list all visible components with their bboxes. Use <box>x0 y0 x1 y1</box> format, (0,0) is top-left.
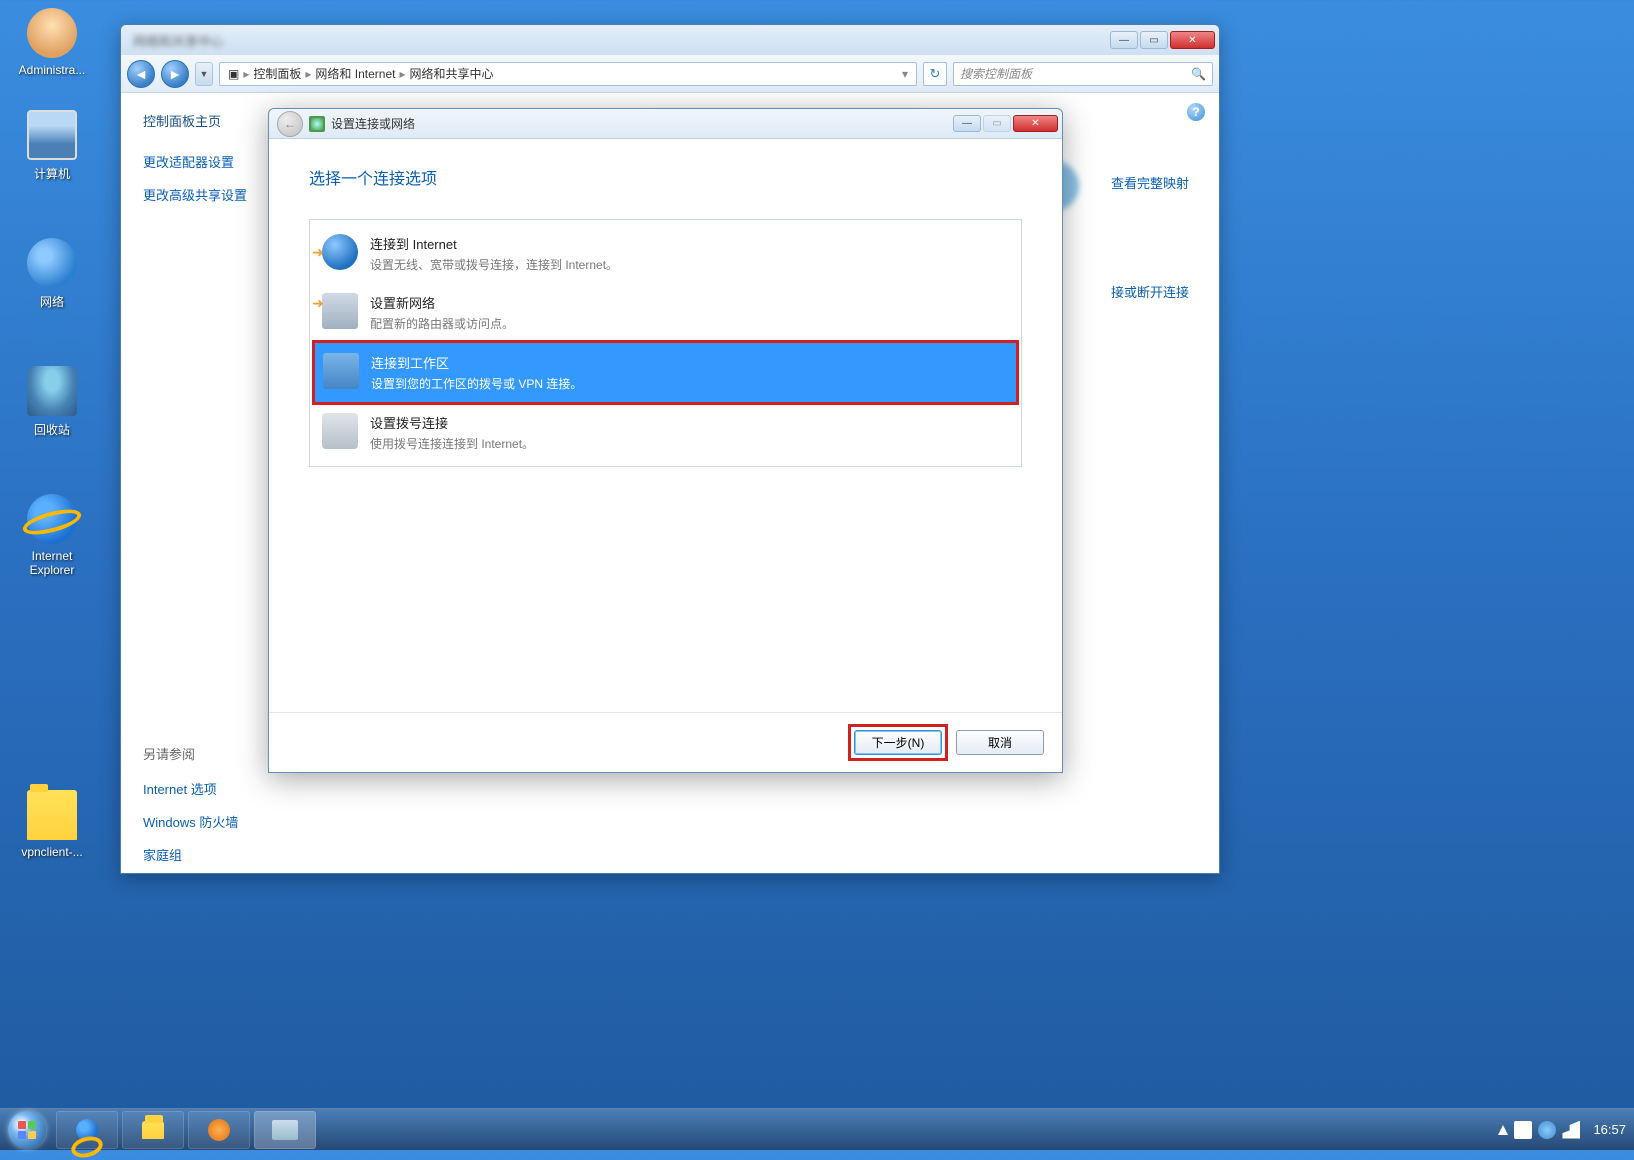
option-desc: 配置新的路由器或访问点。 <box>370 315 514 332</box>
breadcrumb[interactable]: ▣ ▸ 控制面板 ▸ 网络和 Internet ▸ 网络和共享中心 ▾ <box>219 62 917 86</box>
buildings-icon <box>323 353 359 389</box>
volume-icon[interactable] <box>1562 1121 1580 1139</box>
wizard-footer: 下一步(N) 取消 <box>269 712 1062 772</box>
breadcrumb-item[interactable]: 网络和共享中心 <box>405 65 497 82</box>
wizard-body: 选择一个连接选项 连接到 Internet 设置无线、宽带或拨号连接，连接到 I… <box>269 139 1062 712</box>
nav-back-button[interactable]: ◄ <box>127 60 155 88</box>
taskbar-item-ie[interactable] <box>56 1111 118 1149</box>
minimize-button[interactable]: — <box>1110 31 1138 49</box>
cancel-button-label: 取消 <box>988 734 1012 751</box>
help-button[interactable]: ? <box>1187 103 1205 121</box>
desktop-icon-label: 回收站 <box>12 421 92 438</box>
user-icon <box>27 8 77 58</box>
taskbar-item-control-panel[interactable] <box>254 1111 316 1149</box>
recycle-bin-icon <box>27 366 77 416</box>
cp-title: 网络和共享中心 <box>133 31 224 50</box>
option-connect-workplace[interactable]: 连接到工作区 设置到您的工作区的拨号或 VPN 连接。 <box>312 340 1019 405</box>
breadcrumb-item[interactable]: 控制面板 <box>249 65 305 82</box>
globe-icon <box>322 234 358 270</box>
search-input[interactable]: 搜索控制面板 🔍 <box>953 62 1213 86</box>
wizard-option-list: 连接到 Internet 设置无线、宽带或拨号连接，连接到 Internet。 … <box>309 219 1022 467</box>
folder-icon <box>142 1121 164 1139</box>
desktop-icon-network[interactable]: 网络 <box>12 238 92 310</box>
wizard-minimize-button[interactable]: — <box>953 115 981 132</box>
wizard-title-icon <box>309 116 325 132</box>
search-placeholder: 搜索控制面板 <box>960 65 1032 82</box>
desktop-icon-ie[interactable]: Internet Explorer <box>12 494 92 577</box>
cancel-button[interactable]: 取消 <box>956 730 1044 755</box>
option-dialup[interactable]: 设置拨号连接 使用拨号连接连接到 Internet。 <box>314 403 1017 462</box>
sidebar-see-also-firewall[interactable]: Windows 防火墙 <box>143 812 329 831</box>
next-button-label: 下一步(N) <box>872 734 925 751</box>
computer-icon <box>27 110 77 160</box>
system-tray: 16:57 <box>1495 1121 1634 1139</box>
folder-icon <box>27 790 77 840</box>
next-button-highlight: 下一步(N) <box>848 724 948 761</box>
desktop-icon-recycle-bin[interactable]: 回收站 <box>12 366 92 438</box>
taskbar: 16:57 <box>0 1108 1634 1150</box>
taskbar-item-wmp[interactable] <box>188 1111 250 1149</box>
refresh-button[interactable]: ↻ <box>923 62 947 86</box>
wizard-titlebar[interactable]: ← 设置连接或网络 — ▭ ✕ <box>269 109 1062 139</box>
breadcrumb-item[interactable]: 网络和 Internet <box>311 65 399 82</box>
option-desc: 使用拨号连接连接到 Internet。 <box>370 435 534 452</box>
wizard-maximize-button: ▭ <box>983 115 1011 132</box>
desktop-icon-label: 计算机 <box>12 165 92 182</box>
desktop-icon-vpnclient-folder[interactable]: vpnclient-... <box>12 790 92 859</box>
close-button[interactable]: ✕ <box>1170 31 1215 49</box>
desktop-icon-label: Internet Explorer <box>12 549 92 577</box>
nav-forward-button[interactable]: ► <box>161 60 189 88</box>
ie-icon <box>27 494 77 544</box>
option-title: 设置拨号连接 <box>370 413 534 432</box>
sidebar-see-also-internet-options[interactable]: Internet 选项 <box>143 779 329 798</box>
next-button[interactable]: 下一步(N) <box>854 730 942 755</box>
phone-icon <box>322 413 358 449</box>
windows-logo-icon <box>8 1111 46 1149</box>
taskbar-item-explorer[interactable] <box>122 1111 184 1149</box>
media-player-icon <box>208 1119 230 1141</box>
option-title: 连接到工作区 <box>371 353 582 372</box>
option-desc: 设置到您的工作区的拨号或 VPN 连接。 <box>371 375 582 392</box>
desktop-icon-label: vpnclient-... <box>12 845 92 859</box>
taskbar-clock[interactable]: 16:57 <box>1593 1122 1626 1137</box>
setup-connection-wizard: ← 设置连接或网络 — ▭ ✕ 选择一个连接选项 连接到 Internet 设置… <box>268 108 1063 773</box>
wizard-heading: 选择一个连接选项 <box>309 165 1022 189</box>
desktop-icon-administrator[interactable]: Administra... <box>12 8 92 77</box>
control-panel-icon <box>272 1120 298 1140</box>
cp-link-connect[interactable]: 接或断开连接 <box>1111 282 1189 301</box>
desktop-icon-label: 网络 <box>12 293 92 310</box>
action-center-icon[interactable] <box>1514 1121 1532 1139</box>
option-title: 设置新网络 <box>370 293 514 312</box>
globe-icon <box>27 238 77 288</box>
wizard-back-button[interactable]: ← <box>277 111 303 137</box>
desktop-icon-computer[interactable]: 计算机 <box>12 110 92 182</box>
nav-history-button[interactable]: ▼ <box>195 62 213 86</box>
start-button[interactable] <box>0 1109 54 1151</box>
breadcrumb-dropdown[interactable]: ▾ <box>898 67 912 81</box>
wizard-close-button[interactable]: ✕ <box>1013 115 1058 132</box>
option-setup-network[interactable]: 设置新网络 配置新的路由器或访问点。 <box>314 283 1017 342</box>
desktop-icon-label: Administra... <box>12 63 92 77</box>
maximize-button[interactable]: ▭ <box>1140 31 1168 49</box>
cp-right-links: 查看完整映射 接或断开连接 <box>1111 173 1189 391</box>
cp-titlebar[interactable]: 网络和共享中心 — ▭ ✕ <box>121 25 1219 55</box>
network-tray-icon[interactable] <box>1538 1121 1556 1139</box>
option-desc: 设置无线、宽带或拨号连接，连接到 Internet。 <box>370 256 618 273</box>
breadcrumb-root-icon[interactable]: ▣ <box>224 67 243 81</box>
option-title: 连接到 Internet <box>370 234 618 253</box>
router-icon <box>322 293 358 329</box>
show-hidden-icons[interactable] <box>1498 1125 1508 1135</box>
ie-icon <box>76 1119 98 1141</box>
cp-toolbar: ◄ ► ▼ ▣ ▸ 控制面板 ▸ 网络和 Internet ▸ 网络和共享中心 … <box>121 55 1219 93</box>
option-connect-internet[interactable]: 连接到 Internet 设置无线、宽带或拨号连接，连接到 Internet。 <box>314 224 1017 283</box>
wizard-title: 设置连接或网络 <box>331 115 415 132</box>
sidebar-see-also-homegroup[interactable]: 家庭组 <box>143 845 329 864</box>
search-icon: 🔍 <box>1191 67 1206 81</box>
cp-link-view-map[interactable]: 查看完整映射 <box>1111 173 1189 192</box>
